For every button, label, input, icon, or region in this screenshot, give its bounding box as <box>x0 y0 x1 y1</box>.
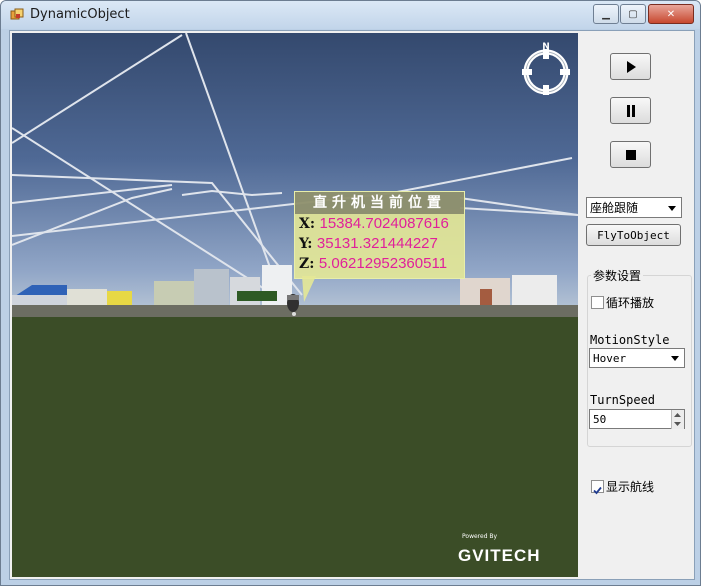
play-icon <box>626 60 636 73</box>
pause-button[interactable] <box>610 97 651 124</box>
play-button[interactable] <box>610 53 651 80</box>
x-value: 15384.7024087616 <box>319 215 449 232</box>
city-buildings <box>12 265 557 305</box>
spin-down-button[interactable] <box>671 419 684 429</box>
fly-to-object-button[interactable]: FlyToObject <box>586 224 681 246</box>
client-area: 直升机当前位置 X: 15384.7024087616 Y: 35131.321… <box>9 30 695 580</box>
maximize-button[interactable]: ▢ <box>620 4 646 24</box>
x-key: X: <box>299 216 316 232</box>
y-key: Y: <box>299 236 313 252</box>
checkmark-icon <box>593 486 602 495</box>
z-key: Z: <box>299 256 315 272</box>
x-coordinate-row: X: 15384.7024087616 <box>295 214 464 234</box>
close-icon: ✕ <box>666 8 676 20</box>
turn-speed-label: TurnSpeed <box>590 393 656 407</box>
brand-watermark: Powered By GVITECH <box>458 533 541 566</box>
show-route-checkbox[interactable] <box>591 480 604 495</box>
motion-style-value: Hover <box>593 351 627 365</box>
motion-style-select[interactable]: Hover <box>589 348 685 368</box>
app-icon <box>10 8 24 20</box>
app-window: DynamicObject ▁ ▢ ✕ 直升机当前位置 X: 15384.702… <box>0 0 701 586</box>
minimize-icon: ▁ <box>602 8 610 20</box>
close-button[interactable]: ✕ <box>648 4 694 24</box>
stop-icon <box>625 149 636 160</box>
maximize-icon: ▢ <box>628 8 638 20</box>
window-title: DynamicObject <box>30 7 130 22</box>
y-coordinate-row: Y: 35131.321444227 <box>295 234 464 254</box>
position-info-label: 直升机当前位置 X: 15384.7024087616 Y: 35131.321… <box>294 191 465 279</box>
title-bar[interactable]: DynamicObject ▁ ▢ ✕ <box>1 1 700 29</box>
params-group-title: 参数设置 <box>591 267 644 284</box>
view-mode-select[interactable]: 座舱跟随 <box>586 197 682 218</box>
helicopter <box>287 294 299 316</box>
spin-down-icon <box>674 422 681 426</box>
loop-play-checkbox[interactable] <box>591 296 604 309</box>
compass-north-label: N <box>542 42 550 52</box>
stop-button[interactable] <box>610 141 651 168</box>
loop-play-label: 循环播放 <box>606 296 655 310</box>
control-panel: 座舱跟随 FlyToObject 参数设置 循环播放 MotionStyle H… <box>580 31 694 579</box>
turn-speed-value: 50 <box>593 413 607 426</box>
view-mode-value: 座舱跟随 <box>590 201 639 215</box>
position-label-header: 直升机当前位置 <box>295 192 464 214</box>
chevron-down-icon <box>671 356 679 361</box>
z-coordinate-row: Z: 5.06212952360511 <box>295 254 464 274</box>
turn-speed-spinner[interactable]: 50 <box>589 409 685 429</box>
chevron-down-icon <box>668 205 676 211</box>
3d-viewport[interactable]: 直升机当前位置 X: 15384.7024087616 Y: 35131.321… <box>12 33 578 577</box>
motion-style-label: MotionStyle <box>590 333 670 347</box>
z-value: 5.06212952360511 <box>318 255 448 272</box>
position-label-pointer <box>302 276 316 302</box>
brand-logo: GVITECH <box>458 546 541 565</box>
powered-by-text: Powered By <box>462 533 498 540</box>
scene-overlay <box>12 33 578 316</box>
y-value: 35131.321444227 <box>316 235 438 252</box>
minimize-button[interactable]: ▁ <box>593 4 619 24</box>
compass-icon[interactable]: N <box>517 41 575 99</box>
pause-icon <box>626 104 635 117</box>
show-route-label: 显示航线 <box>606 480 655 494</box>
